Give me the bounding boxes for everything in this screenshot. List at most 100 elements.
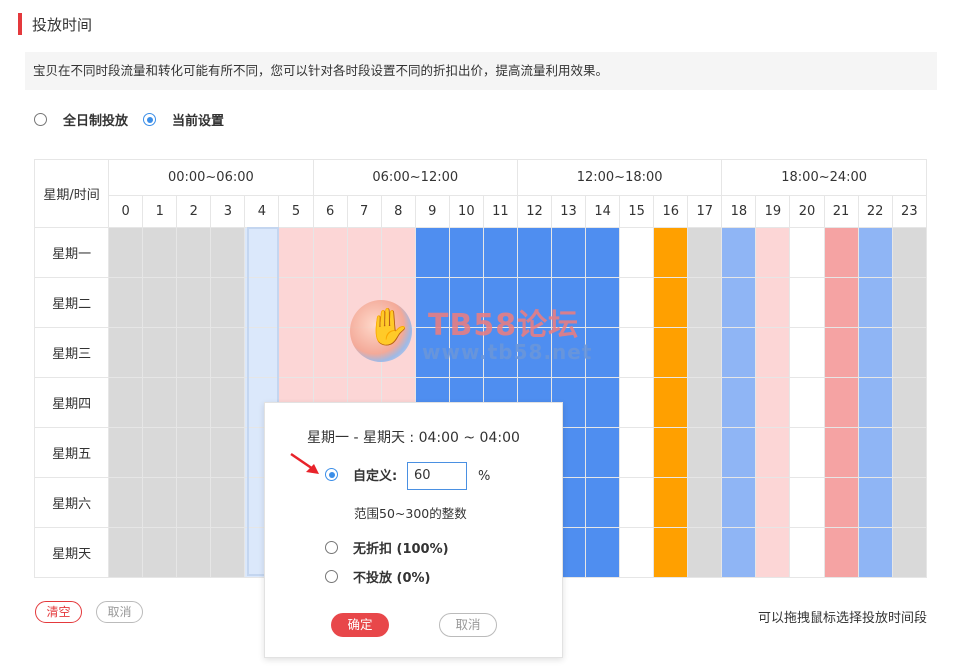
time-slot-cell[interactable] — [482, 227, 518, 278]
time-slot-cell[interactable] — [142, 227, 178, 278]
time-slot-cell[interactable] — [823, 327, 859, 378]
time-slot-cell[interactable] — [653, 227, 689, 278]
time-slot-cell[interactable] — [210, 377, 246, 428]
time-slot-cell[interactable] — [380, 277, 416, 328]
time-slot-cell[interactable] — [346, 277, 382, 328]
time-slot-cell[interactable] — [244, 227, 280, 278]
time-slot-cell[interactable] — [823, 227, 859, 278]
time-slot-cell[interactable] — [653, 377, 689, 428]
time-slot-cell[interactable] — [891, 227, 928, 278]
time-slot-cell[interactable] — [108, 327, 144, 378]
time-slot-cell[interactable] — [210, 427, 246, 478]
time-slot-cell[interactable] — [210, 277, 246, 328]
time-slot-cell[interactable] — [789, 327, 825, 378]
time-slot-cell[interactable] — [755, 527, 791, 578]
popup-cancel-button[interactable]: 取消 — [439, 613, 497, 637]
option-custom[interactable]: 自定义: — [325, 465, 397, 484]
time-slot-cell[interactable] — [653, 477, 689, 528]
time-slot-cell[interactable] — [721, 227, 757, 278]
time-slot-cell[interactable] — [278, 327, 314, 378]
time-slot-cell[interactable] — [619, 327, 655, 378]
time-slot-cell[interactable] — [176, 527, 212, 578]
time-slot-cell[interactable] — [108, 277, 144, 328]
time-slot-cell[interactable] — [585, 377, 621, 428]
time-slot-cell[interactable] — [176, 427, 212, 478]
time-slot-cell[interactable] — [857, 377, 893, 428]
time-slot-cell[interactable] — [755, 427, 791, 478]
time-slot-cell[interactable] — [210, 327, 246, 378]
time-slot-cell[interactable] — [142, 477, 178, 528]
time-slot-cell[interactable] — [210, 227, 246, 278]
time-slot-cell[interactable] — [312, 227, 348, 278]
time-slot-cell[interactable] — [755, 377, 791, 428]
time-slot-cell[interactable] — [755, 227, 791, 278]
time-slot-cell[interactable] — [891, 377, 928, 428]
time-slot-cell[interactable] — [278, 227, 314, 278]
time-slot-cell[interactable] — [516, 227, 553, 278]
time-slot-cell[interactable] — [585, 427, 621, 478]
time-slot-cell[interactable] — [142, 527, 178, 578]
radio-no-discount[interactable] — [325, 541, 338, 554]
cancel-button[interactable]: 取消 — [96, 601, 143, 623]
radio-allday[interactable] — [34, 113, 47, 126]
time-slot-cell[interactable] — [619, 277, 655, 328]
time-slot-cell[interactable] — [585, 227, 621, 278]
time-slot-cell[interactable] — [414, 227, 450, 278]
time-slot-cell[interactable] — [482, 327, 518, 378]
time-slot-cell[interactable] — [482, 277, 518, 328]
time-slot-cell[interactable] — [108, 427, 144, 478]
time-slot-cell[interactable] — [380, 227, 416, 278]
time-slot-cell[interactable] — [687, 477, 723, 528]
time-slot-cell[interactable] — [244, 327, 280, 378]
no-discount-label[interactable]: 无折扣 (100%) — [353, 538, 449, 557]
custom-label[interactable]: 自定义: — [353, 465, 397, 484]
time-slot-cell[interactable] — [789, 477, 825, 528]
time-slot-cell[interactable] — [312, 327, 348, 378]
time-slot-cell[interactable] — [176, 277, 212, 328]
time-slot-cell[interactable] — [550, 327, 587, 378]
time-slot-cell[interactable] — [448, 277, 484, 328]
time-slot-cell[interactable] — [448, 327, 484, 378]
time-slot-cell[interactable] — [108, 477, 144, 528]
time-slot-cell[interactable] — [789, 427, 825, 478]
time-slot-cell[interactable] — [550, 277, 587, 328]
time-slot-cell[interactable] — [176, 377, 212, 428]
mode-label-allday[interactable]: 全日制投放 — [63, 110, 128, 129]
time-slot-cell[interactable] — [755, 477, 791, 528]
time-slot-cell[interactable] — [346, 327, 382, 378]
time-slot-cell[interactable] — [687, 527, 723, 578]
time-slot-cell[interactable] — [823, 377, 859, 428]
time-slot-cell[interactable] — [857, 427, 893, 478]
time-slot-cell[interactable] — [585, 327, 621, 378]
time-slot-cell[interactable] — [823, 527, 859, 578]
time-slot-cell[interactable] — [653, 277, 689, 328]
time-slot-cell[interactable] — [823, 477, 859, 528]
time-slot-cell[interactable] — [891, 427, 928, 478]
time-slot-cell[interactable] — [755, 327, 791, 378]
time-slot-cell[interactable] — [823, 277, 859, 328]
time-slot-cell[interactable] — [891, 327, 928, 378]
time-slot-cell[interactable] — [619, 477, 655, 528]
time-slot-cell[interactable] — [176, 327, 212, 378]
time-slot-cell[interactable] — [789, 277, 825, 328]
time-slot-cell[interactable] — [619, 527, 655, 578]
time-slot-cell[interactable] — [176, 227, 212, 278]
time-slot-cell[interactable] — [721, 327, 757, 378]
time-slot-cell[interactable] — [585, 477, 621, 528]
time-slot-cell[interactable] — [857, 477, 893, 528]
time-slot-cell[interactable] — [278, 277, 314, 328]
time-slot-cell[interactable] — [176, 477, 212, 528]
time-slot-cell[interactable] — [789, 227, 825, 278]
time-slot-cell[interactable] — [857, 527, 893, 578]
time-slot-cell[interactable] — [619, 377, 655, 428]
time-slot-cell[interactable] — [687, 427, 723, 478]
time-slot-cell[interactable] — [585, 527, 621, 578]
time-slot-cell[interactable] — [823, 427, 859, 478]
time-slot-cell[interactable] — [414, 327, 450, 378]
time-slot-cell[interactable] — [516, 277, 553, 328]
time-slot-cell[interactable] — [755, 277, 791, 328]
time-slot-cell[interactable] — [789, 377, 825, 428]
time-slot-cell[interactable] — [108, 227, 144, 278]
time-slot-cell[interactable] — [210, 527, 246, 578]
time-slot-cell[interactable] — [448, 227, 484, 278]
